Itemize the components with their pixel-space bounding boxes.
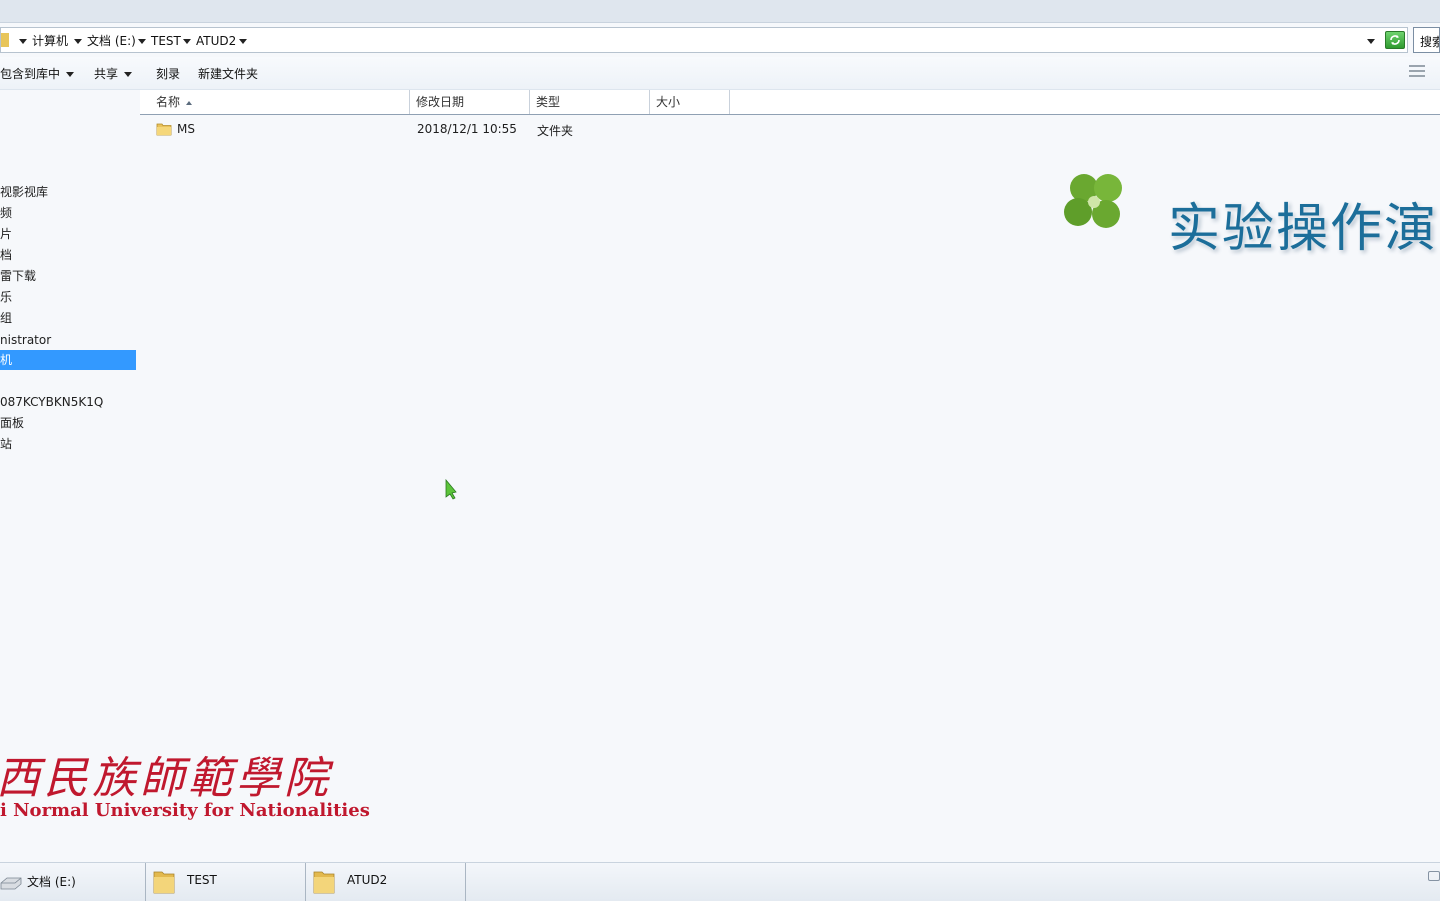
details-bar: 文档 (E:) TEST ATUD2 — [0, 862, 1440, 901]
chevron-down-icon — [124, 72, 133, 77]
status-item-atud2[interactable]: ATUD2 — [306, 863, 466, 901]
nav-item-video-library[interactable]: 视影视库 — [0, 182, 136, 202]
nav-item-homegroup[interactable]: 组 — [0, 308, 136, 328]
nav-item-xunlei-downloads[interactable]: 雷下载 — [0, 266, 136, 286]
nav-item-documents[interactable]: 档 — [0, 245, 136, 265]
status-atud2-label: ATUD2 — [347, 873, 388, 887]
chevron-down-icon[interactable] — [17, 32, 27, 50]
demo-title-overlay: 实验操作演 — [1168, 199, 1439, 259]
drive-icon — [0, 877, 22, 890]
column-type[interactable]: 类型 — [530, 90, 650, 114]
address-history-dropdown[interactable] — [1365, 32, 1377, 50]
chevron-down-icon[interactable] — [181, 32, 191, 50]
breadcrumb-test[interactable]: TEST — [151, 32, 181, 50]
search-input[interactable]: 搜索 — [1413, 27, 1440, 53]
breadcrumb-computer[interactable]: 计算机 — [32, 32, 68, 50]
keyboard-icon — [1428, 871, 1440, 881]
breadcrumb-atud2[interactable]: ATUD2 — [196, 32, 236, 50]
column-name-label: 名称 — [156, 95, 181, 109]
refresh-icon — [1390, 35, 1400, 45]
folder-icon — [1, 33, 9, 47]
chevron-down-icon — [66, 72, 75, 77]
nav-item-recycle-bin[interactable]: 站 — [0, 434, 136, 454]
folder-icon — [156, 123, 172, 136]
new-folder-button[interactable]: 新建文件夹 — [198, 65, 258, 82]
command-toolbar: 包含到库中 共享 刻录 新建文件夹 — [0, 57, 1440, 90]
nav-item-music[interactable]: 乐 — [0, 287, 136, 307]
share-label: 共享 — [94, 67, 119, 81]
chevron-down-icon[interactable] — [237, 32, 247, 50]
sort-ascending-icon — [186, 100, 193, 105]
nav-item-network-pc[interactable]: 087KCYBKN5K1Q — [0, 392, 136, 412]
burn-button[interactable]: 刻录 — [156, 65, 180, 82]
column-size[interactable]: 大小 — [650, 90, 730, 114]
file-modified: 2018/12/1 10:55 — [417, 122, 517, 136]
file-type: 文件夹 — [537, 124, 574, 138]
column-modified[interactable]: 修改日期 — [410, 90, 530, 114]
column-header: 名称 修改日期 类型 大小 — [140, 90, 1440, 115]
nav-item-control-panel[interactable]: 面板 — [0, 413, 136, 433]
view-options-icon[interactable] — [1409, 65, 1425, 77]
window-title-bar — [0, 0, 1440, 23]
folder-icon — [153, 871, 175, 894]
clover-logo-icon — [1064, 174, 1122, 228]
refresh-button[interactable] — [1385, 31, 1405, 49]
address-bar[interactable]: 计算机 文档 (E:) TEST ATUD2 — [0, 27, 1408, 53]
share-button[interactable]: 共享 — [94, 65, 133, 82]
nav-item-administrator[interactable]: nistrator — [0, 330, 136, 350]
search-placeholder: 搜索 — [1420, 35, 1439, 49]
status-item-test[interactable]: TEST — [146, 863, 306, 901]
folder-icon — [313, 871, 335, 894]
status-test-label: TEST — [187, 873, 217, 887]
status-drive-label: 文档 (E:) — [27, 875, 76, 889]
nav-item-computer[interactable]: 机 — [0, 350, 136, 370]
university-name-en: i Normal University for Nationalities — [0, 800, 370, 821]
status-item-drive[interactable]: 文档 (E:) — [0, 863, 146, 901]
include-library-label: 包含到库中 — [0, 67, 61, 81]
column-name[interactable]: 名称 — [150, 90, 410, 114]
file-name: MS — [177, 122, 195, 136]
breadcrumb-drive-e[interactable]: 文档 (E:) — [87, 32, 136, 50]
chevron-down-icon[interactable] — [136, 32, 146, 50]
nav-item-pictures[interactable]: 片 — [0, 224, 136, 244]
chevron-down-icon[interactable] — [72, 32, 82, 50]
nav-item-videos[interactable]: 频 — [0, 203, 136, 223]
university-name-cn: 西民族師範學院 — [0, 753, 332, 804]
include-library-button[interactable]: 包含到库中 — [0, 65, 75, 82]
file-row[interactable]: MS 2018/12/1 10:55 文件夹 — [140, 119, 740, 141]
mouse-cursor-icon — [445, 478, 457, 500]
